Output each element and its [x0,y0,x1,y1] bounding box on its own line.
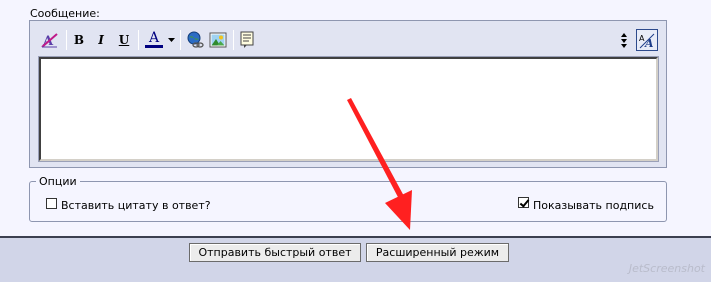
watermark-logo: JetScreenshot [628,262,705,275]
annotation-arrow [347,98,412,230]
